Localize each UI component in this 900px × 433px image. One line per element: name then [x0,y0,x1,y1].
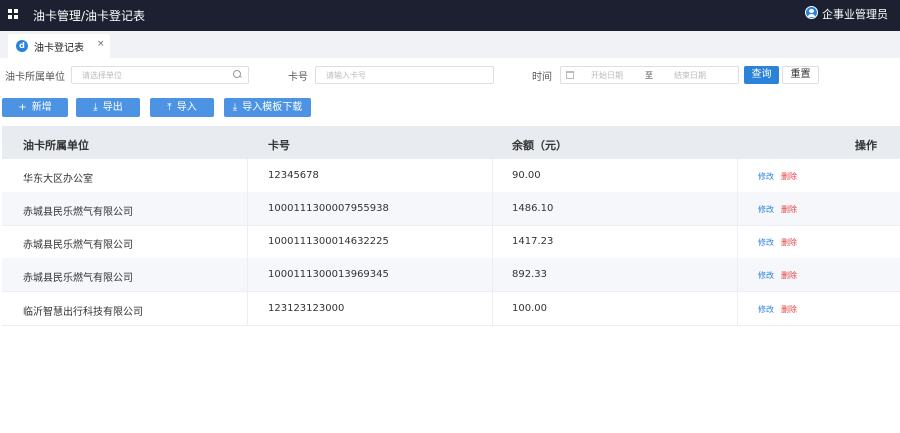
time-filter-label: 时间 [532,72,552,83]
plus-icon: + [18,102,27,113]
user-avatar-icon[interactable] [805,6,818,19]
import-button-label: 导入 [176,102,197,113]
cell-balance: 1486.10 [512,203,554,214]
delete-link[interactable]: 删除 [781,171,797,182]
cell-unit: 赤城县民乐燃气有限公司 [23,207,133,218]
breadcrumb-title: 油卡管理/油卡登记表 [33,9,146,23]
edit-link[interactable]: 修改 [758,304,774,315]
table-row: 赤城县民乐燃气有限公司 1000111300013969345 892.33 修… [2,258,900,292]
cell-balance: 1417.23 [512,236,554,247]
column-header-unit: 油卡所属单位 [23,139,89,152]
card-filter-label: 卡号 [288,72,308,83]
column-divider [492,159,493,326]
table-row: 华东大区办公室 12345678 90.00 修改 删除 [2,159,900,193]
export-button[interactable]: ⤓ 导出 [76,98,140,117]
cell-unit: 赤城县民乐燃气有限公司 [23,240,133,251]
cell-card: 12345678 [268,170,319,181]
cell-card: 1000111300013969345 [268,269,389,280]
tab-logo-icon: d [16,40,28,52]
query-button[interactable]: 查询 [744,66,779,84]
export-button-label: 导出 [102,102,123,113]
table-header: 油卡所属单位 卡号 余额（元） 操作 [2,126,900,159]
card-number-input[interactable]: 请输入卡号 [315,66,494,84]
delete-link[interactable]: 删除 [781,270,797,281]
cell-card: 1000111300014632225 [268,236,389,247]
tab-close-icon[interactable]: × [97,39,105,49]
delete-link[interactable]: 删除 [781,204,797,215]
cell-balance: 892.33 [512,269,547,280]
column-header-card: 卡号 [268,139,290,152]
edit-link[interactable]: 修改 [758,237,774,248]
template-download-button[interactable]: ⤓ 导入模板下载 [224,98,311,117]
cell-card: 1000111300007955938 [268,203,389,214]
date-separator: 至 [645,71,653,80]
cell-card: 123123123000 [268,303,345,314]
end-date-placeholder[interactable]: 结束日期 [674,70,706,81]
cell-balance: 100.00 [512,303,547,314]
import-button[interactable]: ⤒ 导入 [150,98,214,117]
cell-unit: 临沂智慧出行科技有限公司 [23,307,143,318]
template-download-label: 导入模板下载 [242,102,303,113]
add-button-label: 新增 [31,102,52,113]
start-date-placeholder[interactable]: 开始日期 [591,70,623,81]
table-row: 赤城县民乐燃气有限公司 1000111300007955938 1486.10 … [2,192,900,226]
edit-link[interactable]: 修改 [758,270,774,281]
add-button[interactable]: + 新增 [2,98,68,117]
column-divider [737,159,738,326]
calendar-icon [566,71,574,79]
delete-link[interactable]: 删除 [781,237,797,248]
user-name[interactable]: 企事业管理员 [822,6,888,22]
upload-icon: ⤒ [167,102,172,113]
grid-menu-icon[interactable] [8,9,19,20]
unit-filter-label: 油卡所属单位 [5,72,65,83]
top-bar: 油卡管理/油卡登记表 企事业管理员 [0,0,900,31]
edit-link[interactable]: 修改 [758,204,774,215]
tab-label: 油卡登记表 [34,43,84,54]
column-divider [247,159,248,326]
tab-oil-card-register[interactable]: d 油卡登记表 × [8,34,110,58]
column-header-actions: 操作 [855,139,877,152]
unit-select[interactable]: 请选择单位 [71,66,249,84]
search-icon [233,70,242,79]
download-icon: ⤓ [232,102,238,113]
edit-link[interactable]: 修改 [758,171,774,182]
column-header-balance: 余额（元） [512,139,567,152]
table-row: 临沂智慧出行科技有限公司 123123123000 100.00 修改 删除 [2,292,900,326]
cell-balance: 90.00 [512,170,541,181]
delete-link[interactable]: 删除 [781,304,797,315]
reset-button[interactable]: 重置 [782,66,819,84]
table-row: 赤城县民乐燃气有限公司 1000111300014632225 1417.23 … [2,225,900,259]
date-range-picker[interactable]: 开始日期 至 结束日期 [560,66,739,84]
cell-unit: 华东大区办公室 [23,174,93,185]
download-icon: ⤓ [93,102,98,113]
card-number-placeholder: 请输入卡号 [326,71,366,80]
tab-bar: d 油卡登记表 × [0,31,900,58]
unit-select-placeholder: 请选择单位 [82,71,122,80]
cell-unit: 赤城县民乐燃气有限公司 [23,273,133,284]
